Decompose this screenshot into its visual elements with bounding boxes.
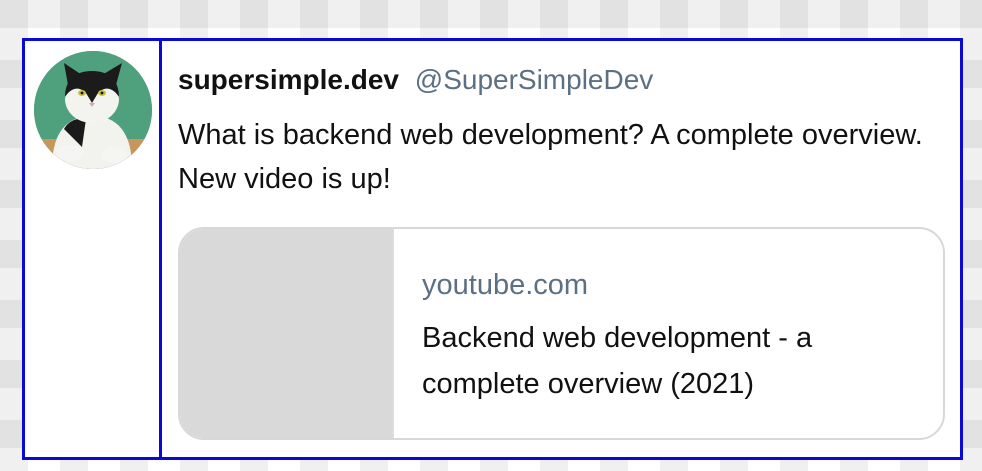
tweet-text: What is backend web development? A compl… xyxy=(178,119,923,195)
tweet[interactable]: supersimple.dev @SuperSimpleDev What is … xyxy=(22,38,963,460)
cat-avatar-image xyxy=(34,51,152,169)
avatar[interactable] xyxy=(34,51,152,169)
user-handle[interactable]: @SuperSimpleDev xyxy=(415,64,654,95)
link-card-thumbnail[interactable] xyxy=(180,229,394,438)
display-name[interactable]: supersimple.dev xyxy=(178,64,399,95)
tweet-content: supersimple.dev @SuperSimpleDev What is … xyxy=(162,41,960,457)
page: supersimple.dev @SuperSimpleDev What is … xyxy=(0,0,982,471)
link-card-domain: youtube.com xyxy=(422,269,589,301)
link-card-body: youtube.com Backend web development - a … xyxy=(394,229,943,438)
link-card-title[interactable]: Backend web development - a complete ove… xyxy=(422,315,922,407)
tweet-header: supersimple.dev @SuperSimpleDev xyxy=(178,63,653,97)
link-card[interactable]: youtube.com Backend web development - a … xyxy=(178,227,945,440)
avatar-column xyxy=(25,41,162,457)
